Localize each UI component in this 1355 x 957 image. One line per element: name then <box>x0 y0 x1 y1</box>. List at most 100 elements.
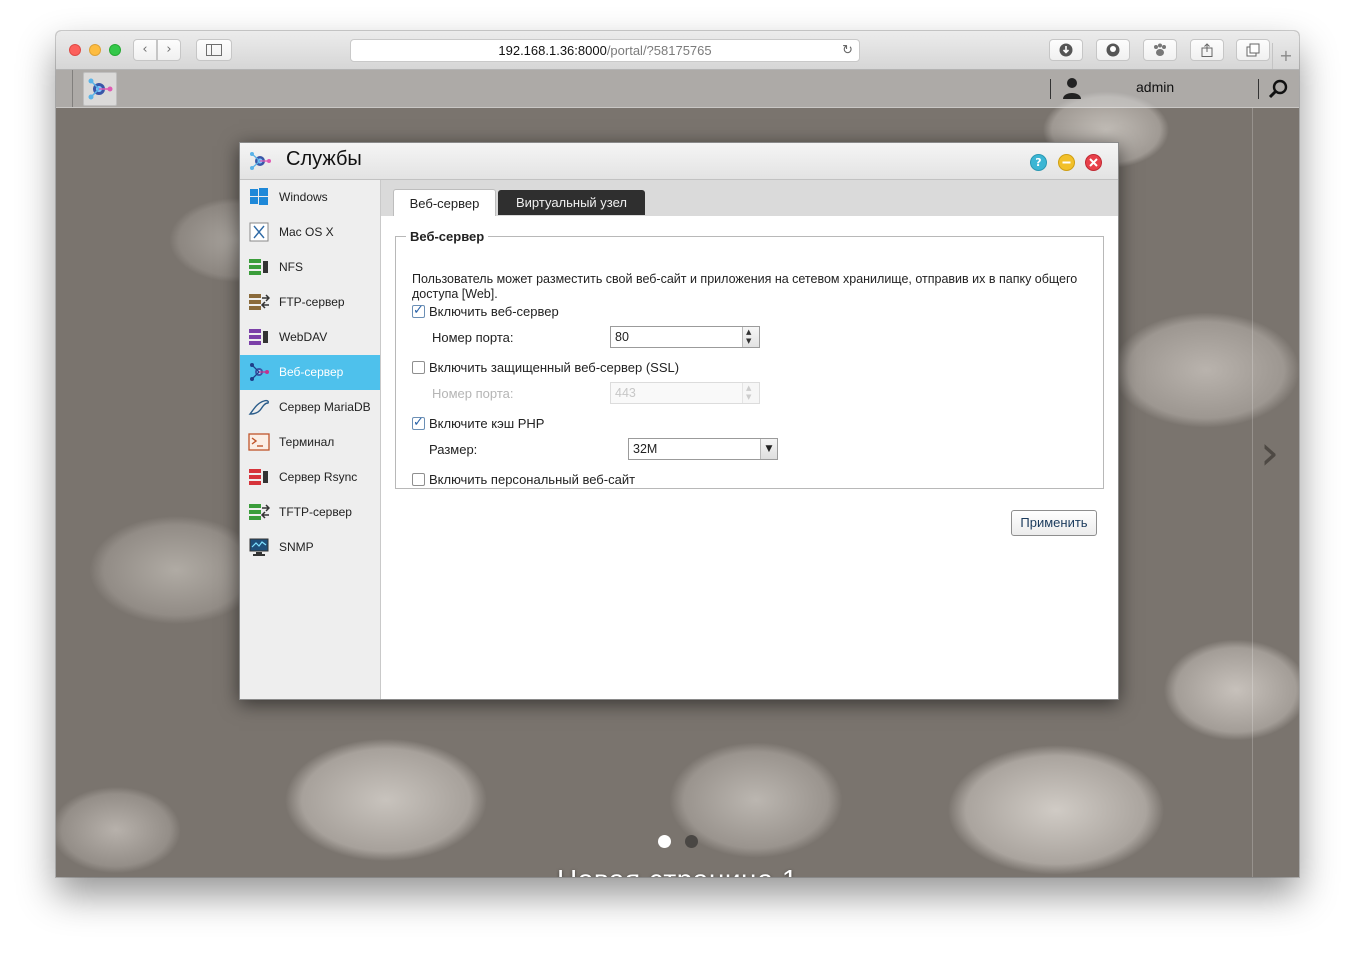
chevron-up-icon: ▲ <box>746 384 752 392</box>
php-cache-size-select[interactable]: 32M ▼ <box>628 438 778 460</box>
port-label: Номер порта: <box>432 330 514 345</box>
forward-button[interactable]: › <box>157 39 181 61</box>
sidebar-item-label: NFS <box>279 260 303 274</box>
share-icon <box>1201 43 1213 57</box>
sidebar-item-label: FTP-сервер <box>279 295 345 309</box>
snmp-icon <box>249 538 269 556</box>
sidebar-item-tftp-server[interactable]: TFTP-сервер <box>240 495 380 530</box>
web-server-description: Пользователь может разместить свой веб-с… <box>412 272 1078 301</box>
address-bar[interactable]: 192.168.1.36:8000/portal/?58175765 ↻ <box>350 39 860 62</box>
sidebar-item-rsync[interactable]: Сервер Rsync <box>240 460 380 495</box>
minimize-icon <box>1062 161 1071 164</box>
page-dot-2[interactable] <box>685 835 698 848</box>
sidebar-item-label: SNMP <box>279 540 314 554</box>
web-server-icon <box>250 363 269 381</box>
username-label[interactable]: admin <box>1136 79 1174 95</box>
chevron-up-icon[interactable]: ▲ <box>746 328 751 336</box>
sidebar-item-web-server[interactable]: Веб-сервер <box>240 355 380 390</box>
divider <box>1258 79 1259 99</box>
sidebar-toggle-button[interactable] <box>196 39 232 61</box>
close-button[interactable] <box>1085 154 1102 171</box>
ssl-port-number-value: 443 <box>615 386 636 400</box>
port-stepper-arrows[interactable]: ▲ ▼ <box>742 327 759 347</box>
sidebar-item-terminal[interactable]: Терминал <box>240 425 380 460</box>
enable-personal-site-checkbox[interactable] <box>412 473 425 486</box>
sidebar-item-label: TFTP-сервер <box>279 505 352 519</box>
url-host: 192.168.1.36:8000 <box>498 43 607 58</box>
port-number-value: 80 <box>615 330 629 344</box>
sidebar-item-label: Терминал <box>279 435 335 449</box>
sidebar-item-label: Сервер Rsync <box>279 470 358 484</box>
nas-desktop: admin › Службы ? Windows Mac OS X NFS FT… <box>56 70 1299 877</box>
page-indicator <box>658 835 712 853</box>
sidebar-item-nfs[interactable]: NFS <box>240 250 380 285</box>
enable-php-cache-label[interactable]: Включите кэш PHP <box>429 416 544 431</box>
sidebar-item-label: Windows <box>279 190 328 204</box>
reload-icon[interactable]: ↻ <box>842 40 853 61</box>
divider <box>72 70 73 107</box>
enable-web-server-label[interactable]: Включить веб-сервер <box>429 304 559 319</box>
sidebar-item-webdav[interactable]: WebDAV <box>240 320 380 355</box>
url-path: /portal/?58175765 <box>606 43 712 58</box>
close-icon <box>1089 158 1098 167</box>
tftp-server-icon <box>249 504 270 520</box>
size-label: Размер: <box>429 442 478 457</box>
enable-ssl-label[interactable]: Включить защищенный веб-сервер (SSL) <box>429 360 679 375</box>
rsync-icon <box>249 469 268 485</box>
mariadb-icon <box>248 399 269 415</box>
ssl-port-label: Номер порта: <box>432 386 514 401</box>
extension-button[interactable] <box>1096 39 1130 61</box>
tabs-overview-button[interactable] <box>1236 39 1270 61</box>
sidebar-item-snmp[interactable]: SNMP <box>240 530 380 565</box>
help-button[interactable]: ? <box>1030 154 1047 171</box>
search-icon[interactable] <box>1268 79 1288 99</box>
next-page-chevron-icon[interactable]: › <box>1260 425 1279 481</box>
sidebar-item-ftp-server[interactable]: FTP-сервер <box>240 285 380 320</box>
enable-php-cache-checkbox[interactable] <box>412 415 425 430</box>
settings-panel: Веб-сервер Виртуальный узел Веб-сервер П… <box>381 180 1118 699</box>
enable-ssl-checkbox[interactable] <box>412 361 425 374</box>
divider <box>1252 108 1253 877</box>
zoom-window-button[interactable] <box>109 44 121 56</box>
tab-bar: Веб-сервер Виртуальный узел <box>381 180 1118 216</box>
downloads-button[interactable] <box>1049 39 1083 61</box>
tab-virtual-host[interactable]: Виртуальный узел <box>498 190 645 215</box>
back-button[interactable]: ‹ <box>133 39 157 61</box>
sidebar-item-label: Mac OS X <box>279 225 334 239</box>
chevron-right-icon: › <box>166 42 172 57</box>
tab-web-server[interactable]: Веб-сервер <box>393 189 496 216</box>
enable-web-server-checkbox[interactable] <box>412 303 425 318</box>
user-icon[interactable] <box>1062 77 1082 99</box>
sidebar-item-label: Веб-сервер <box>279 365 344 379</box>
port-number-stepper[interactable]: 80 ▲ ▼ <box>610 326 760 348</box>
paw-icon <box>1154 43 1166 56</box>
sidebar-item-mariadb[interactable]: Сервер MariaDB <box>240 390 380 425</box>
chevron-left-icon: ‹ <box>142 42 148 57</box>
sidebar-item-windows[interactable]: Windows <box>240 180 380 215</box>
sidebar-icon <box>206 44 222 56</box>
sidebar-item-mac-os-x[interactable]: Mac OS X <box>240 215 380 250</box>
download-icon <box>1059 43 1073 57</box>
minimize-window-button[interactable] <box>89 44 101 56</box>
window-header[interactable]: Службы ? <box>240 143 1118 180</box>
browser-toolbar: ‹ › 192.168.1.36:8000/portal/?58175765 ↻… <box>56 31 1299 70</box>
chevron-down-icon[interactable]: ▼ <box>760 439 777 459</box>
minimize-button[interactable] <box>1058 154 1075 171</box>
share-button[interactable] <box>1190 39 1224 61</box>
enable-personal-site-label[interactable]: Включить персональный веб-сайт <box>429 472 635 487</box>
services-sidebar: Windows Mac OS X NFS FTP-сервер WebDAV В… <box>240 180 381 699</box>
desktop-page-title: Новая страница 1 <box>56 864 1299 877</box>
browser-window: ‹ › 192.168.1.36:8000/portal/?58175765 ↻… <box>56 31 1299 877</box>
web-server-app-icon <box>250 152 271 170</box>
sidebar-item-label: Сервер MariaDB <box>279 400 371 414</box>
apply-button[interactable]: Применить <box>1011 510 1097 536</box>
web-server-shortcut[interactable] <box>83 72 117 106</box>
chevron-down-icon[interactable]: ▼ <box>746 337 751 345</box>
php-cache-size-value: 32M <box>633 442 658 456</box>
close-window-button[interactable] <box>69 44 81 56</box>
new-tab-button[interactable]: + <box>1272 43 1299 69</box>
paw-extension-button[interactable] <box>1143 39 1177 61</box>
nas-top-bar: admin <box>56 70 1299 108</box>
page-dot-1[interactable] <box>658 835 671 848</box>
windows-icon <box>250 188 268 205</box>
